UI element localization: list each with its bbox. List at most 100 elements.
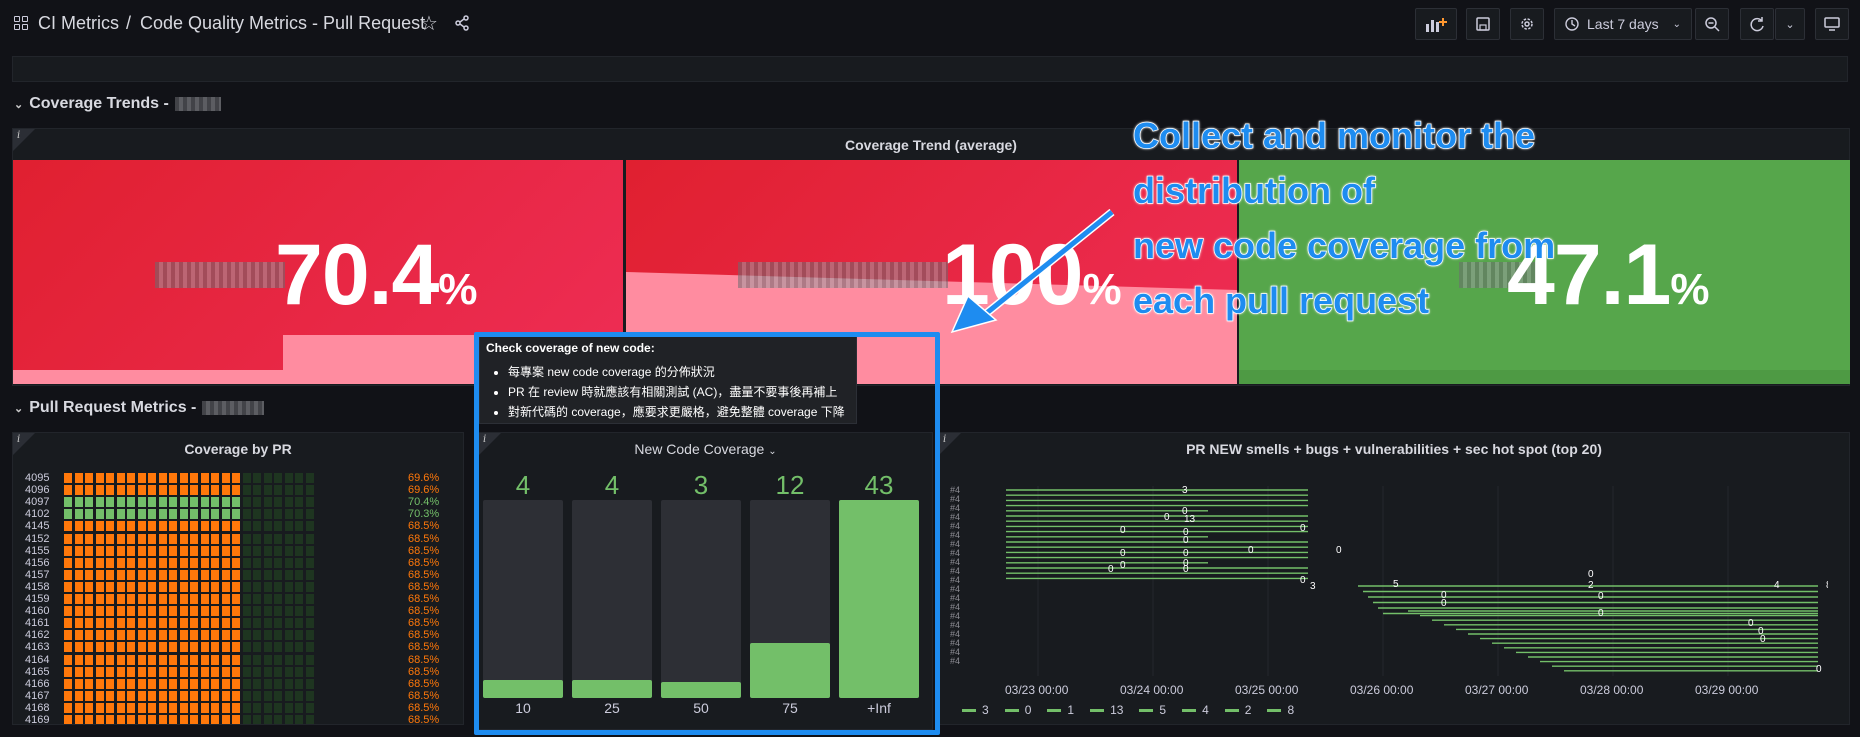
clock-icon <box>1565 17 1579 31</box>
settings-button[interactable] <box>1510 8 1544 40</box>
heat-cell <box>148 497 156 508</box>
heat-cell <box>221 630 230 641</box>
heat-cell <box>211 485 219 496</box>
heat-cell <box>284 485 293 496</box>
heat-cell <box>274 702 282 713</box>
pr-number-label: 4102 <box>25 508 50 521</box>
zoom-out-button[interactable] <box>1695 8 1729 40</box>
value-marker: 8 <box>1826 580 1828 591</box>
heat-cell <box>85 606 93 617</box>
smells-timeseries-chart: #4#4#4#4#4#4#4#4#4#4#4#4#4#4#4#4#4#4#4#4… <box>950 485 1828 676</box>
legend-item[interactable]: 4 <box>1182 703 1209 717</box>
legend-item[interactable]: 0 <box>1004 703 1031 717</box>
heat-cell <box>64 581 72 592</box>
heat-cell <box>148 521 156 532</box>
heat-cell <box>158 594 167 604</box>
heat-cell <box>190 654 198 665</box>
legend-item[interactable]: 8 <box>1267 703 1294 717</box>
legend-swatch <box>1047 708 1062 712</box>
heat-cell <box>200 606 209 617</box>
heat-cell <box>221 521 230 532</box>
row-coverage-trends[interactable]: ⌄ Coverage Trends - <box>14 95 221 113</box>
share-icon[interactable] <box>454 15 470 31</box>
save-dashboard-button[interactable] <box>1466 8 1500 40</box>
heat-cell <box>169 485 177 496</box>
heat-cell <box>200 594 209 604</box>
dashboard-title[interactable]: Code Quality Metrics - Pull Request <box>140 13 425 34</box>
apps-grid-icon[interactable] <box>14 16 28 30</box>
heat-cell <box>221 557 230 568</box>
panel-title[interactable]: PR NEW smells + bugs + vulnerabilities +… <box>939 441 1849 457</box>
heat-cell <box>295 581 303 592</box>
panel-title[interactable]: Coverage by PR <box>13 441 463 457</box>
heat-cell <box>106 509 114 520</box>
heat-cell <box>116 666 125 677</box>
heat-cell <box>284 630 293 641</box>
add-panel-button[interactable] <box>1415 8 1457 40</box>
heat-cell <box>211 569 219 580</box>
heat-cell <box>116 521 125 532</box>
heat-cell <box>169 678 177 689</box>
legend-item[interactable]: 3 <box>962 703 989 717</box>
legend-item[interactable]: 2 <box>1224 703 1251 717</box>
legend-swatch <box>1182 708 1197 712</box>
heat-cell <box>232 521 240 532</box>
time-range-picker[interactable]: Last 7 days ⌄ <box>1554 8 1692 40</box>
heat-cell <box>95 497 104 508</box>
heat-cell <box>305 569 314 580</box>
heat-cell <box>274 485 282 496</box>
pr-number-label: 4158 <box>25 580 50 593</box>
legend-item[interactable]: 13 <box>1090 703 1123 717</box>
tv-mode-button[interactable] <box>1815 8 1849 40</box>
heat-cell <box>106 473 114 483</box>
heat-cell <box>148 569 156 580</box>
heat-cell <box>95 485 104 496</box>
heat-cell <box>85 690 93 701</box>
heat-cell <box>169 654 177 665</box>
heat-cell <box>274 545 282 556</box>
breadcrumb-folder[interactable]: CI Metrics <box>38 13 119 34</box>
redacted-text <box>202 401 265 415</box>
heat-cell <box>95 473 104 483</box>
heat-cell <box>85 569 93 580</box>
heat-cell <box>284 666 293 677</box>
heat-cell <box>305 666 314 677</box>
heat-cell <box>242 702 251 713</box>
refresh-button[interactable] <box>1740 8 1774 40</box>
refresh-interval-dropdown[interactable]: ⌄ <box>1775 8 1805 40</box>
heat-cell <box>211 678 219 689</box>
heat-cell <box>179 473 188 483</box>
coverage-percent-label: 68.5% <box>408 714 440 725</box>
heat-cell <box>274 642 282 653</box>
heat-cell <box>74 497 83 508</box>
heat-cell <box>200 666 209 677</box>
heat-cell <box>200 533 209 544</box>
coverage-percent-label: 69.6% <box>408 484 440 497</box>
heat-cell <box>295 702 303 713</box>
heat-cell <box>106 533 114 544</box>
coverage-percent-label: 68.5% <box>408 689 440 702</box>
heat-cell <box>242 569 251 580</box>
heat-cell <box>85 545 93 556</box>
value-marker: 2 <box>1588 580 1594 591</box>
heat-cell <box>284 497 293 508</box>
heat-cell <box>106 690 114 701</box>
heat-cell <box>295 630 303 641</box>
heat-cell <box>211 690 219 701</box>
heat-cell <box>179 557 188 568</box>
heat-cell <box>284 678 293 689</box>
heat-cell <box>116 618 125 629</box>
row-pull-request-metrics[interactable]: ⌄ Pull Request Metrics - <box>14 399 265 417</box>
star-icon[interactable]: ☆ <box>420 11 438 36</box>
heat-cell <box>221 545 230 556</box>
legend-item[interactable]: 5 <box>1139 703 1166 717</box>
heat-cell <box>95 630 104 641</box>
pr-number-label: 4097 <box>25 496 50 509</box>
heat-cell <box>200 690 209 701</box>
heat-cell <box>200 654 209 665</box>
legend-item[interactable]: 1 <box>1047 703 1074 717</box>
heat-cell <box>148 509 156 520</box>
heat-cell <box>305 630 314 641</box>
heat-cell <box>169 666 177 677</box>
heat-cell <box>190 545 198 556</box>
